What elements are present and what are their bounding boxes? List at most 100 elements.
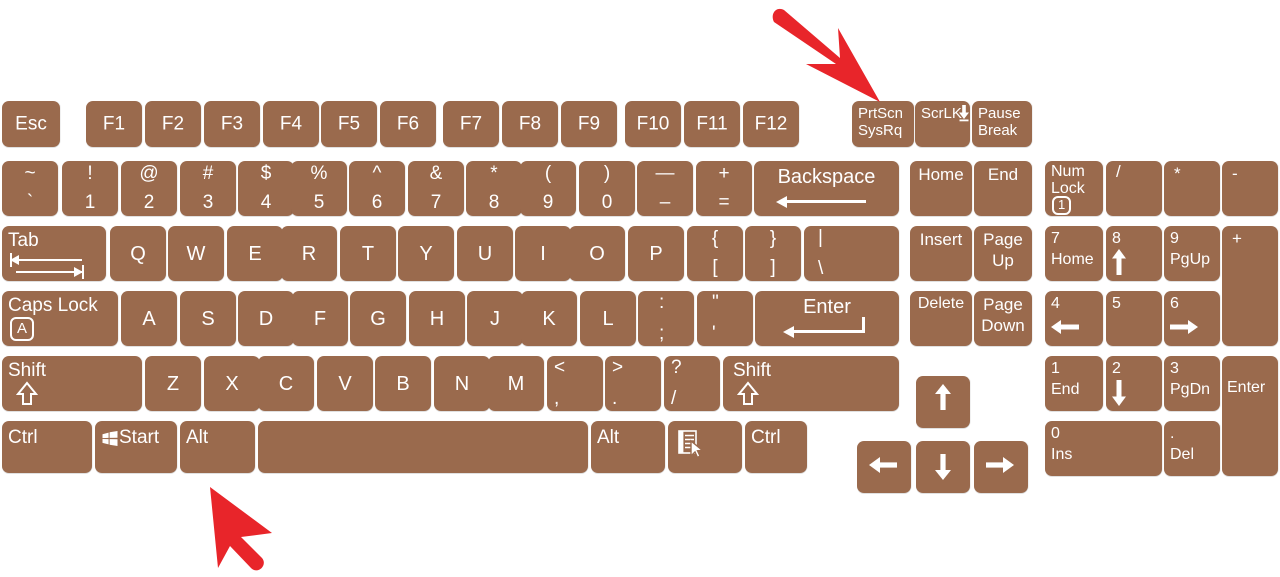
key-backspace[interactable]: Backspace: [754, 161, 899, 216]
key-numpad-0[interactable]: 0 Ins: [1045, 421, 1162, 476]
key-c[interactable]: C: [258, 356, 314, 411]
key-f1[interactable]: F1: [86, 101, 142, 147]
key-menu[interactable]: [668, 421, 742, 473]
key-arrow-left[interactable]: [857, 441, 911, 493]
key-numpad-multiply[interactable]: *: [1164, 161, 1220, 216]
key-numpad-9[interactable]: 9 PgUp: [1164, 226, 1220, 281]
key-3[interactable]: # 3: [180, 161, 236, 216]
key-5[interactable]: % 5: [291, 161, 347, 216]
key-u[interactable]: U: [457, 226, 513, 281]
key-numpad-3[interactable]: 3 PgDn: [1164, 356, 1220, 411]
key-page-up[interactable]: Page Up: [974, 226, 1032, 281]
key-e[interactable]: E: [227, 226, 283, 281]
key-quote[interactable]: " ': [697, 291, 753, 346]
key-7[interactable]: & 7: [408, 161, 464, 216]
key-minus[interactable]: — –: [637, 161, 693, 216]
key-j[interactable]: J: [467, 291, 523, 346]
key-f9[interactable]: F9: [561, 101, 617, 147]
key-escape[interactable]: Esc: [2, 101, 60, 147]
key-f5[interactable]: F5: [321, 101, 377, 147]
key-page-down[interactable]: Page Down: [974, 291, 1032, 346]
key-shift-right[interactable]: Shift: [723, 356, 899, 411]
key-numpad-6[interactable]: 6: [1164, 291, 1220, 346]
key-numpad-enter[interactable]: Enter: [1222, 356, 1278, 476]
key-slash[interactable]: ? /: [664, 356, 720, 411]
key-4[interactable]: $ 4: [238, 161, 294, 216]
key-f4[interactable]: F4: [263, 101, 319, 147]
key-semicolon[interactable]: : ;: [638, 291, 694, 346]
key-arrow-up[interactable]: [916, 376, 970, 428]
key-o[interactable]: O: [569, 226, 625, 281]
key-k[interactable]: K: [521, 291, 577, 346]
key-y[interactable]: Y: [398, 226, 454, 281]
key-bracket-right[interactable]: } ]: [745, 226, 801, 281]
key-insert[interactable]: Insert: [910, 226, 972, 281]
key-home[interactable]: Home: [910, 161, 972, 216]
key-q[interactable]: Q: [110, 226, 166, 281]
key-f6[interactable]: F6: [380, 101, 436, 147]
key-0[interactable]: ) 0: [579, 161, 635, 216]
key-comma[interactable]: < ,: [547, 356, 603, 411]
key-backslash[interactable]: | \: [804, 226, 899, 281]
key-numpad-1[interactable]: 1 End: [1045, 356, 1103, 411]
key-caps-lock[interactable]: Caps Lock A: [2, 291, 118, 346]
key-numpad-5[interactable]: 5: [1106, 291, 1162, 346]
key-print-screen[interactable]: PrtScn SysRq: [852, 101, 914, 147]
key-n[interactable]: N: [434, 356, 490, 411]
key-arrow-right[interactable]: [974, 441, 1028, 493]
key-f2[interactable]: F2: [145, 101, 201, 147]
key-f10[interactable]: F10: [625, 101, 681, 147]
key-d[interactable]: D: [238, 291, 294, 346]
key-ctrl-left[interactable]: Ctrl: [2, 421, 92, 473]
key-v[interactable]: V: [317, 356, 373, 411]
key-shift-left[interactable]: Shift: [2, 356, 142, 411]
key-t[interactable]: T: [340, 226, 396, 281]
key-end[interactable]: End: [974, 161, 1032, 216]
key-ctrl-right[interactable]: Ctrl: [745, 421, 807, 473]
key-bracket-left[interactable]: { [: [687, 226, 743, 281]
key-l[interactable]: L: [580, 291, 636, 346]
key-start[interactable]: Start: [95, 421, 177, 473]
key-alt-right[interactable]: Alt: [591, 421, 665, 473]
key-f12[interactable]: F12: [743, 101, 799, 147]
key-space[interactable]: [258, 421, 588, 473]
key-2[interactable]: @ 2: [121, 161, 177, 216]
key-numpad-subtract[interactable]: -: [1222, 161, 1278, 216]
key-1[interactable]: ! 1: [62, 161, 118, 216]
key-alt-left[interactable]: Alt: [180, 421, 255, 473]
key-numpad-7[interactable]: 7 Home: [1045, 226, 1103, 281]
key-b[interactable]: B: [375, 356, 431, 411]
key-numpad-4[interactable]: 4: [1045, 291, 1103, 346]
key-r[interactable]: R: [281, 226, 337, 281]
key-numpad-divide[interactable]: /: [1106, 161, 1162, 216]
key-equals[interactable]: + =: [696, 161, 752, 216]
key-num-lock[interactable]: Num Lock 1: [1045, 161, 1103, 216]
key-backtick[interactable]: ~ `: [2, 161, 58, 216]
key-s[interactable]: S: [180, 291, 236, 346]
key-f7[interactable]: F7: [443, 101, 499, 147]
key-8[interactable]: * 8: [466, 161, 522, 216]
key-p[interactable]: P: [628, 226, 684, 281]
key-x[interactable]: X: [204, 356, 260, 411]
key-f8[interactable]: F8: [502, 101, 558, 147]
key-period[interactable]: > .: [605, 356, 661, 411]
key-numpad-add[interactable]: +: [1222, 226, 1278, 346]
key-scroll-lock[interactable]: ScrLK: [915, 101, 970, 147]
key-numpad-2[interactable]: 2: [1106, 356, 1162, 411]
key-w[interactable]: W: [168, 226, 224, 281]
key-tab[interactable]: Tab: [2, 226, 106, 281]
key-m[interactable]: M: [488, 356, 544, 411]
key-enter[interactable]: Enter: [755, 291, 899, 346]
key-arrow-down[interactable]: [916, 441, 970, 493]
key-a[interactable]: A: [121, 291, 177, 346]
key-6[interactable]: ^ 6: [349, 161, 405, 216]
key-pause-break[interactable]: Pause Break: [972, 101, 1032, 147]
key-numpad-decimal[interactable]: . Del: [1164, 421, 1220, 476]
key-delete[interactable]: Delete: [910, 291, 972, 346]
key-g[interactable]: G: [350, 291, 406, 346]
key-9[interactable]: ( 9: [520, 161, 576, 216]
key-h[interactable]: H: [409, 291, 465, 346]
key-f3[interactable]: F3: [204, 101, 260, 147]
key-numpad-8[interactable]: 8: [1106, 226, 1162, 281]
key-f11[interactable]: F11: [684, 101, 740, 147]
